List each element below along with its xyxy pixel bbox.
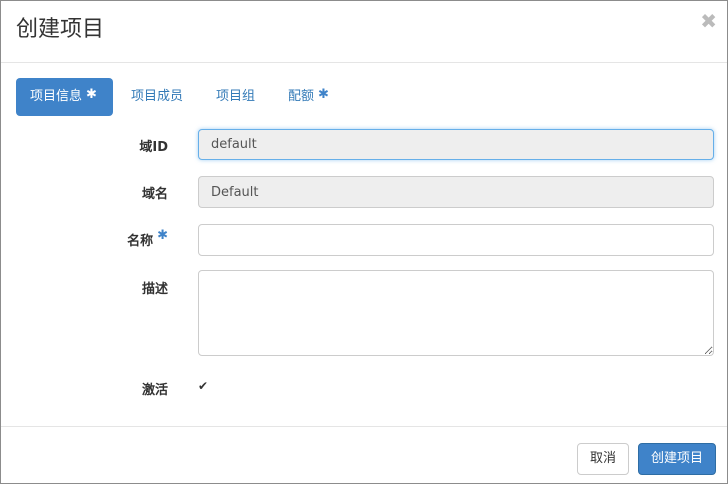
required-icon: ✱ bbox=[86, 87, 97, 102]
tab-label: 项目信息 bbox=[30, 89, 83, 104]
tab-project-members[interactable]: 项目成员 bbox=[117, 78, 197, 116]
tab-quota[interactable]: 配额 ✱ bbox=[274, 78, 343, 116]
enabled-label: 激活 bbox=[141, 383, 168, 398]
cancel-button[interactable]: 取消 bbox=[577, 443, 629, 475]
create-project-dialog: 创建项目 ✖ 项目信息✱ 项目成员 项目组 配额✱ 域ID 域名 名称✱ 描述 … bbox=[0, 0, 728, 484]
tab-label: 项目成员 bbox=[131, 89, 184, 104]
tab-label: 配额 bbox=[288, 89, 315, 104]
create-project-button[interactable]: 创建项目 bbox=[638, 443, 716, 475]
close-icon[interactable]: ✖ bbox=[700, 9, 717, 33]
domain-name-label: 域名 bbox=[141, 187, 168, 202]
tab-project-info[interactable]: 项目信息 ✱ bbox=[16, 78, 113, 116]
enabled-checkbox[interactable]: ✔ bbox=[198, 380, 211, 393]
name-label: 名称 ✱ bbox=[1, 228, 168, 249]
dialog-title: 创建项目 bbox=[16, 17, 105, 42]
tab-project-groups[interactable]: 项目组 bbox=[202, 78, 269, 116]
dialog-header: 创建项目 ✖ bbox=[1, 1, 727, 63]
required-icon: ✱ bbox=[157, 228, 168, 243]
description-field[interactable] bbox=[198, 270, 714, 356]
dialog-footer: 取消 创建项目 bbox=[1, 426, 727, 484]
domain-id-field[interactable] bbox=[198, 129, 714, 160]
required-icon: ✱ bbox=[318, 87, 329, 102]
domain-name-field[interactable] bbox=[198, 176, 714, 208]
description-label: 描述 bbox=[141, 282, 168, 297]
domain-id-label: 域ID bbox=[139, 140, 168, 155]
tab-label: 项目组 bbox=[216, 89, 256, 104]
name-label-text: 名称 bbox=[127, 234, 154, 249]
name-field[interactable] bbox=[198, 224, 714, 256]
